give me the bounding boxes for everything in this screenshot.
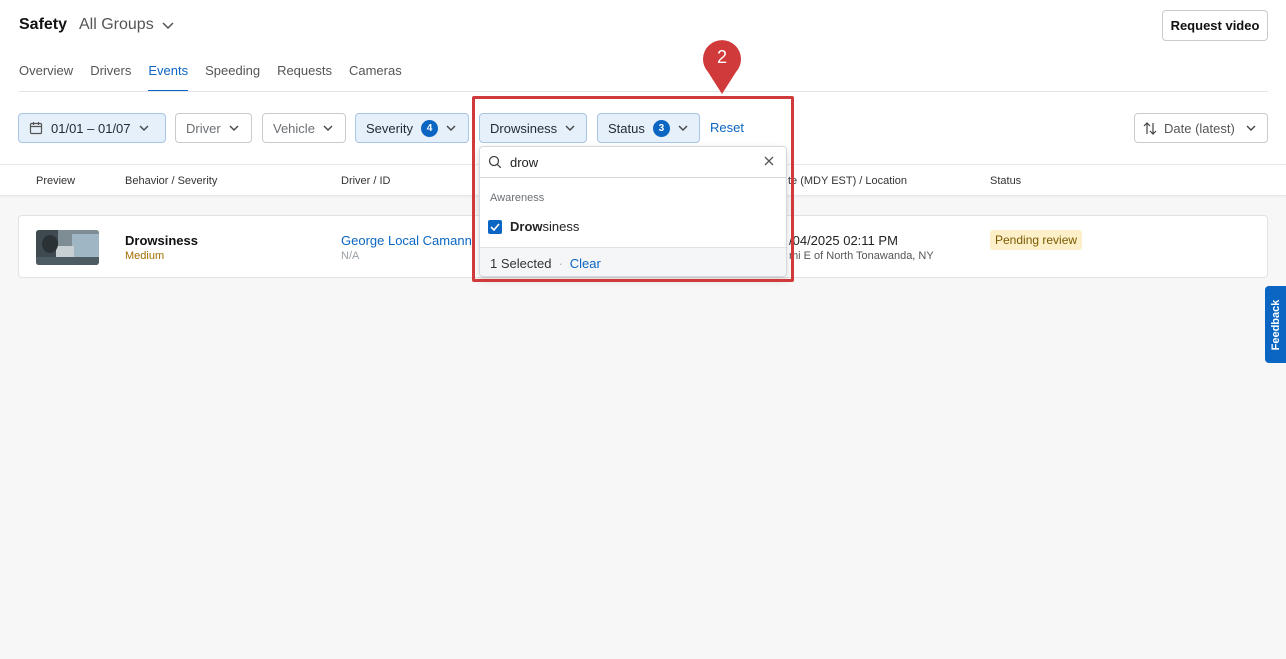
footer-separator: · bbox=[558, 255, 563, 271]
event-date: /04/2025 02:11 PM bbox=[789, 233, 898, 248]
severity-count-badge: 4 bbox=[420, 119, 438, 137]
event-preview-thumbnail[interactable] bbox=[36, 230, 99, 265]
tab-bar: Overview Drivers Events Speeding Request… bbox=[19, 52, 402, 92]
option-rest-text: siness bbox=[542, 219, 580, 234]
chevron-down-icon bbox=[323, 125, 333, 131]
calendar-icon bbox=[29, 122, 43, 135]
chevron-down-icon bbox=[139, 125, 149, 131]
driver-link[interactable]: George Local Camann bbox=[341, 233, 472, 248]
search-icon bbox=[488, 155, 502, 169]
chevron-down-icon bbox=[678, 125, 688, 131]
checkbox-checked[interactable] bbox=[488, 219, 502, 234]
column-header-status[interactable]: Status bbox=[990, 175, 1021, 187]
severity-filter-label: Severity bbox=[366, 120, 413, 136]
feedback-label: Feedback bbox=[1269, 299, 1282, 350]
chevron-down-icon bbox=[162, 21, 174, 29]
page-title: Safety bbox=[19, 16, 68, 33]
chevron-down-icon bbox=[565, 125, 575, 131]
group-selector-label: All Groups bbox=[79, 16, 154, 33]
behavior-label: Drowsiness bbox=[125, 233, 198, 248]
check-icon bbox=[490, 222, 500, 231]
behavior-dropdown-panel: Awareness Drowsiness 1 Selected · Clear bbox=[479, 146, 787, 277]
status-filter[interactable]: Status 3 bbox=[597, 113, 700, 143]
option-group-label: Awareness bbox=[490, 192, 545, 204]
vehicle-filter-label: Vehicle bbox=[273, 120, 315, 136]
status-count-badge: 3 bbox=[652, 119, 670, 137]
search-input[interactable] bbox=[510, 151, 750, 173]
sort-icon bbox=[1143, 121, 1157, 135]
dropdown-search bbox=[480, 147, 786, 178]
column-header-driver: Driver / ID bbox=[341, 175, 391, 187]
behavior-filter[interactable]: Drowsiness bbox=[479, 113, 587, 143]
status-filter-label: Status bbox=[608, 120, 645, 136]
option-match-text: Drow bbox=[510, 219, 543, 234]
severity-filter[interactable]: Severity 4 bbox=[355, 113, 469, 143]
step-number: 2 bbox=[716, 47, 727, 67]
close-icon[interactable] bbox=[764, 156, 774, 166]
tab-drivers[interactable]: Drivers bbox=[90, 52, 131, 92]
chevron-down-icon bbox=[1246, 125, 1256, 131]
event-location: mi E of North Tonawanda, NY bbox=[789, 250, 934, 262]
date-range-label: 01/01 – 01/07 bbox=[51, 120, 131, 136]
tab-speeding[interactable]: Speeding bbox=[205, 52, 260, 92]
feedback-tab[interactable]: Feedback bbox=[1265, 286, 1286, 363]
tab-cameras[interactable]: Cameras bbox=[349, 52, 402, 92]
vehicle-filter[interactable]: Vehicle bbox=[262, 113, 346, 143]
tab-events[interactable]: Events bbox=[148, 52, 189, 92]
status-badge: Pending review bbox=[990, 230, 1083, 250]
sort-label: Date (latest) bbox=[1164, 120, 1235, 136]
group-selector[interactable]: All Groups bbox=[79, 16, 174, 34]
option-label: Drowsiness bbox=[510, 219, 579, 234]
driver-filter-label: Driver bbox=[186, 120, 221, 136]
request-video-button[interactable]: Request video bbox=[1162, 10, 1268, 41]
tab-requests[interactable]: Requests bbox=[277, 52, 332, 92]
chevron-down-icon bbox=[229, 125, 239, 131]
tabs-divider bbox=[19, 91, 1268, 92]
behavior-filter-label: Drowsiness bbox=[490, 120, 558, 136]
top-bar: Safety All Groups Request video Overview… bbox=[0, 0, 1286, 164]
reset-link[interactable]: Reset bbox=[710, 120, 744, 135]
sort-dropdown[interactable]: Date (latest) bbox=[1134, 113, 1268, 143]
driver-filter[interactable]: Driver bbox=[175, 113, 252, 143]
selected-count: 1 Selected bbox=[490, 255, 552, 271]
tab-overview[interactable]: Overview bbox=[19, 52, 73, 92]
clear-link[interactable]: Clear bbox=[570, 256, 601, 271]
option-drowsiness[interactable]: Drowsiness bbox=[488, 219, 579, 234]
driver-id: N/A bbox=[341, 250, 360, 262]
column-header-preview: Preview bbox=[36, 175, 76, 187]
column-header-behavior: Behavior / Severity bbox=[125, 175, 218, 187]
column-header-date-location: te (MDY EST) / Location bbox=[788, 175, 908, 187]
chevron-down-icon bbox=[446, 125, 456, 131]
severity-label: Medium bbox=[125, 250, 165, 262]
date-range-filter[interactable]: 01/01 – 01/07 bbox=[18, 113, 166, 143]
dropdown-footer: 1 Selected · Clear bbox=[480, 247, 786, 276]
